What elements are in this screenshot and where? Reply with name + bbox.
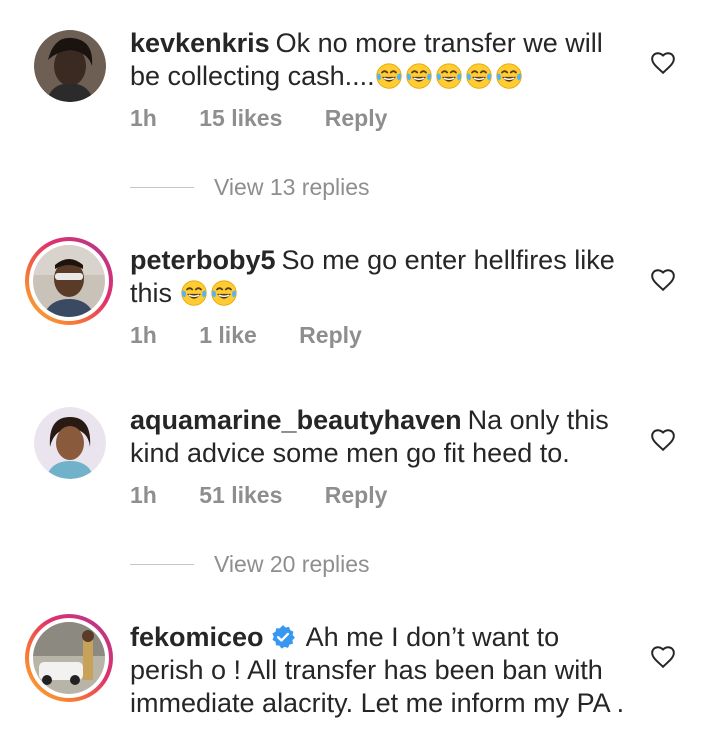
comment-text-block: aquamarine_beautyhaven Na only this kind … (130, 404, 640, 470)
comment-text-block: peterboby5 So me go enter hellfires like … (130, 244, 640, 310)
comment-username[interactable]: aquamarine_beautyhaven (130, 405, 462, 435)
avatar-photo (34, 407, 106, 479)
likes-count[interactable]: 15 likes (199, 105, 282, 131)
comment-time: 1h (130, 105, 157, 131)
avatar-photo (34, 30, 106, 102)
likes-count[interactable]: 1 like (199, 322, 257, 348)
divider-line (130, 187, 194, 188)
verified-badge-icon (271, 625, 295, 649)
comment-text-block: kevkenkris Ok no more transfer we will be… (130, 27, 640, 93)
heart-outline-icon[interactable] (650, 267, 676, 293)
reply-button[interactable]: Reply (299, 322, 362, 348)
tears-of-joy-emoji (210, 280, 237, 306)
emoji-group (375, 61, 525, 91)
comment-meta: 1h 51 likes Reply (130, 482, 423, 509)
comment-username[interactable]: fekomiceo (130, 622, 264, 652)
avatar[interactable] (25, 614, 113, 702)
comment-text-block: fekomiceo Ah me I don’t want to perish o… (130, 621, 640, 720)
avatar[interactable] (34, 407, 106, 479)
heart-outline-icon[interactable] (650, 427, 676, 453)
avatar-photo (33, 622, 105, 694)
view-replies-label: View 20 replies (214, 551, 370, 577)
view-replies-link[interactable]: View 20 replies (130, 551, 370, 578)
avatar-photo (33, 245, 105, 317)
reply-button[interactable]: Reply (325, 105, 388, 131)
emoji-group (180, 278, 240, 308)
comment-meta: 1h 1 like Reply (130, 322, 398, 349)
heart-outline-icon[interactable] (650, 644, 676, 670)
comment-time: 1h (130, 482, 157, 508)
divider-line (130, 564, 194, 565)
heart-outline-icon[interactable] (650, 50, 676, 76)
comment-username[interactable]: kevkenkris (130, 28, 270, 58)
avatar-inner (29, 618, 109, 698)
tears-of-joy-emoji (465, 63, 492, 89)
comment-time: 1h (130, 322, 157, 348)
comment-username[interactable]: peterboby5 (130, 245, 276, 275)
tears-of-joy-emoji (375, 63, 402, 89)
tears-of-joy-emoji (180, 280, 207, 306)
view-replies-link[interactable]: View 13 replies (130, 174, 370, 201)
avatar-inner (29, 241, 109, 321)
view-replies-label: View 13 replies (214, 174, 370, 200)
avatar[interactable] (25, 237, 113, 325)
tears-of-joy-emoji (495, 63, 522, 89)
likes-count[interactable]: 51 likes (199, 482, 282, 508)
reply-button[interactable]: Reply (325, 482, 388, 508)
avatar[interactable] (34, 30, 106, 102)
tears-of-joy-emoji (435, 63, 462, 89)
comment-meta: 1h 15 likes Reply (130, 105, 423, 132)
tears-of-joy-emoji (405, 63, 432, 89)
